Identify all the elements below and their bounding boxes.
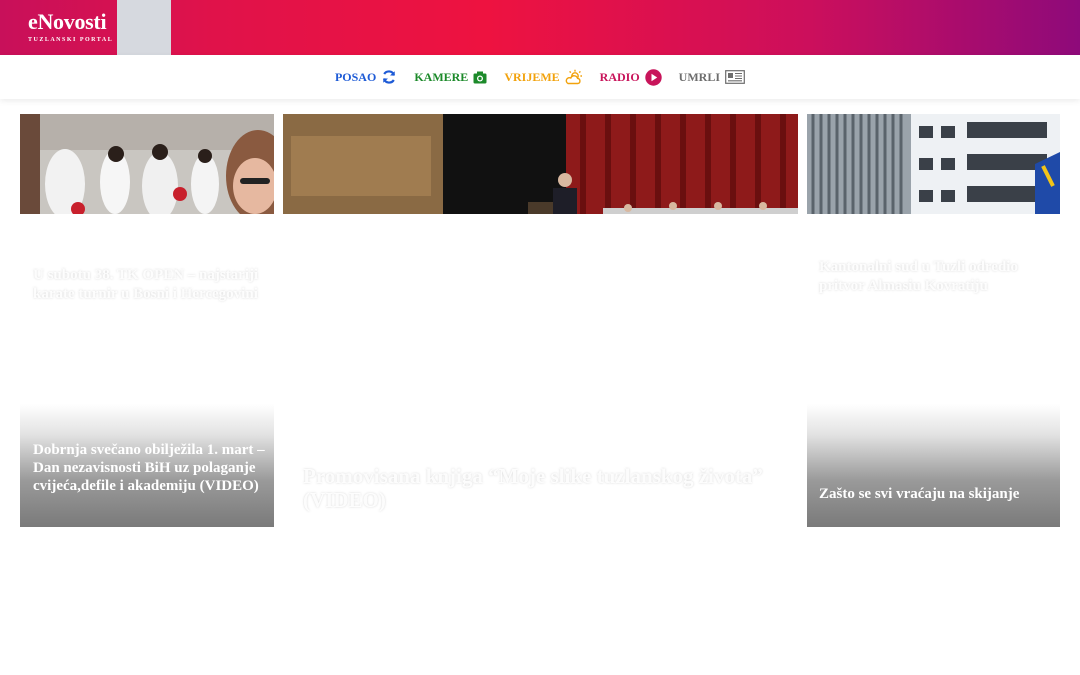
nav-posao[interactable]: POSAO — [335, 69, 397, 85]
article-card-karate[interactable]: U subotu 38. TK OPEN – najstariji karate… — [20, 114, 274, 304]
nav-radio-label: RADIO — [599, 69, 640, 84]
nav-umrli-label: UMRLI — [678, 69, 721, 84]
article-title-kantonalni: Kantonalni sud u Tuzli odredio pritvor A… — [819, 259, 1018, 294]
nav-kamere-label: KAMERE — [414, 69, 469, 84]
article-card-promovisana[interactable]: Promovisana knjiga “Moje slike tuzlansko… — [283, 114, 798, 527]
article-image-promovisana — [283, 114, 798, 214]
article-card-kantonalni[interactable]: Kantonalni sud u Tuzli odredio pritvor A… — [807, 114, 1060, 304]
nav-radio[interactable]: RADIO — [599, 68, 662, 86]
site-logo[interactable]: eNovosti TUZLANSKI PORTAL — [28, 9, 114, 44]
newspaper-icon — [725, 70, 745, 84]
nav-vrijeme[interactable]: VRIJEME — [504, 69, 582, 85]
refresh-icon — [383, 70, 396, 84]
article-title-skijanje: Zašto se svi vraćaju na skijanje — [819, 486, 1020, 502]
logo-subtitle: TUZLANSKI PORTAL — [28, 37, 114, 43]
weather-icon — [565, 69, 582, 85]
article-card-dobrnja[interactable]: Dobrnja svečano obilježila 1. mart – Dan… — [20, 404, 274, 527]
nav-vrijeme-label: VRIJEME — [504, 69, 560, 84]
quick-nav: POSAO KAMERE VRIJEME RADIO UMRLI — [0, 55, 1080, 99]
article-card-skijanje[interactable]: Zašto se svi vraćaju na skijanje — [807, 404, 1060, 527]
article-title-promovisana: Promovisana knjiga “Moje slike tuzlansko… — [303, 464, 763, 512]
article-title-dobrnja: Dobrnja svečano obilježila 1. mart – Dan… — [33, 442, 265, 494]
header-ad-box — [117, 0, 171, 55]
article-image-karate — [20, 114, 274, 214]
camera-icon — [473, 71, 487, 83]
article-image-kantonalni — [807, 114, 1060, 214]
nav-umrli[interactable]: UMRLI — [679, 70, 745, 85]
site-header: eNovosti TUZLANSKI PORTAL — [0, 0, 1080, 55]
article-title-karate: U subotu 38. TK OPEN – najstariji karate… — [33, 267, 259, 302]
nav-kamere[interactable]: KAMERE — [414, 70, 487, 85]
nav-posao-label: POSAO — [334, 69, 377, 84]
play-icon — [644, 68, 662, 86]
logo-title: eNovosti — [28, 9, 107, 34]
